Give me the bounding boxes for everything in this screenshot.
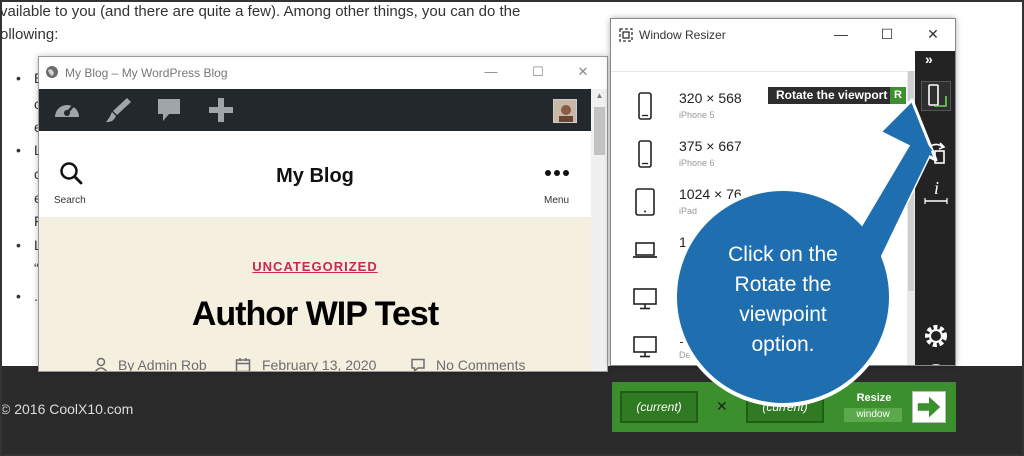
article-line-1: vailable to you (and there are quite a f…: [0, 3, 521, 20]
comment-icon[interactable]: [153, 95, 185, 125]
brush-icon[interactable]: [103, 95, 135, 125]
blog-window[interactable]: My Blog – My WordPress Blog — ☐ ✕ Search…: [38, 56, 608, 372]
blog-scrollbar[interactable]: ▲: [591, 89, 607, 371]
tablet-icon: [635, 188, 655, 216]
post-title[interactable]: Author WIP Test: [39, 295, 591, 334]
blog-window-titlebar[interactable]: My Blog – My WordPress Blog — ☐ ✕: [39, 57, 607, 89]
preset-scroll-thumb[interactable]: [908, 71, 914, 291]
help-icon[interactable]: ?: [921, 361, 951, 366]
custom-size-icon[interactable]: [921, 137, 951, 167]
dimension-separator: ✕: [716, 398, 728, 414]
plus-icon[interactable]: [205, 95, 237, 125]
post-comments[interactable]: No Comments: [436, 357, 525, 371]
tooltip-shortcut-key: R: [890, 87, 906, 104]
resize-go-button[interactable]: [912, 391, 946, 423]
window-resizer-icon: [619, 28, 633, 42]
arrow-right-icon: [917, 396, 941, 418]
resizer-close-button[interactable]: ✕: [919, 25, 947, 43]
menu-label[interactable]: Menu: [544, 195, 569, 206]
width-field[interactable]: (current): [620, 391, 698, 423]
close-button[interactable]: ✕: [569, 63, 597, 81]
laptop-icon: [633, 242, 657, 258]
preset-name: iPhone 6: [679, 158, 715, 168]
bullet-dot: •: [16, 288, 21, 304]
wp-admin-bar: [39, 89, 591, 131]
svg-text:i: i: [934, 178, 939, 198]
settings-gear-icon[interactable]: [921, 321, 951, 351]
preset-name: iPad: [679, 206, 698, 216]
category-link[interactable]: UNCATEGORIZED: [39, 259, 591, 274]
resizer-maximize-button[interactable]: ☐: [873, 25, 901, 43]
user-icon: [94, 357, 108, 371]
window-label: window: [844, 408, 902, 422]
rotate-viewport-icon[interactable]: [921, 81, 951, 111]
preset-size: 1: [679, 330, 687, 346]
scroll-thumb[interactable]: [594, 107, 605, 155]
resizer-title: Window Resizer: [639, 28, 726, 42]
preset-item[interactable]: 375 × 667 iPhone 6: [611, 130, 907, 178]
more-dots-icon[interactable]: [544, 169, 570, 177]
resizer-titlebar[interactable]: Window Resizer — ☐ ✕: [611, 19, 955, 51]
preset-size: 1: [679, 234, 687, 250]
preset-size: 1: [679, 282, 687, 298]
comment-bubble-icon: [411, 358, 425, 371]
preset-name: iPhone 5: [679, 110, 715, 120]
calendar-icon: [235, 358, 251, 371]
bullet-dot: •: [16, 70, 21, 86]
footer-copyright: © 2016 CoolX10.com: [0, 401, 134, 417]
maximize-button[interactable]: ☐: [524, 63, 552, 81]
article-line-2: ollowing:: [0, 26, 59, 43]
desktop-icon: [633, 336, 657, 358]
resizer-minimize-button[interactable]: —: [827, 25, 855, 43]
resize-bar: (current) ✕ (current) Resize window: [612, 382, 956, 432]
preset-size: 375 × 667: [679, 138, 742, 154]
bullet-dot: •: [16, 142, 21, 158]
post-date[interactable]: February 13, 2020: [262, 357, 376, 371]
preset-item[interactable]: 1024 × 76 iPad: [611, 178, 907, 226]
viewport-info-icon[interactable]: i: [921, 177, 951, 207]
preset-size: 320 × 568: [679, 90, 742, 106]
expand-sidebar-icon[interactable]: »: [925, 51, 933, 67]
resize-label: Resize: [856, 392, 892, 404]
avatar[interactable]: [553, 99, 577, 123]
search-label[interactable]: Search: [54, 195, 86, 206]
resizer-sidebar: » i ?: [915, 51, 955, 366]
rotate-viewport-tooltip: Rotate the viewport: [768, 87, 896, 104]
preset-scrollbar[interactable]: [907, 71, 915, 365]
blog-header: Search My Blog Menu: [39, 131, 591, 217]
height-field[interactable]: (current): [746, 391, 824, 423]
phone-icon: [638, 92, 652, 120]
desktop-icon: [633, 288, 657, 310]
post-author[interactable]: By Admin Rob: [118, 357, 207, 371]
minimize-button[interactable]: —: [477, 63, 505, 81]
preset-name: Des: [679, 350, 696, 360]
dashboard-icon[interactable]: [51, 95, 83, 125]
preset-size: 1024 × 76: [679, 186, 742, 202]
avatar-photo-icon: [554, 100, 576, 122]
blog-window-title: My Blog – My WordPress Blog: [65, 66, 228, 80]
scroll-up-icon[interactable]: ▲: [591, 89, 607, 103]
site-title[interactable]: My Blog: [39, 165, 591, 188]
post-header: UNCATEGORIZED Author WIP Test By Admin R…: [39, 217, 591, 371]
bullet-dot: •: [16, 237, 21, 253]
phone-icon: [638, 140, 652, 168]
callout-text: Click on the Rotate the viewpoint option…: [728, 243, 838, 356]
globe-icon: [46, 66, 58, 78]
